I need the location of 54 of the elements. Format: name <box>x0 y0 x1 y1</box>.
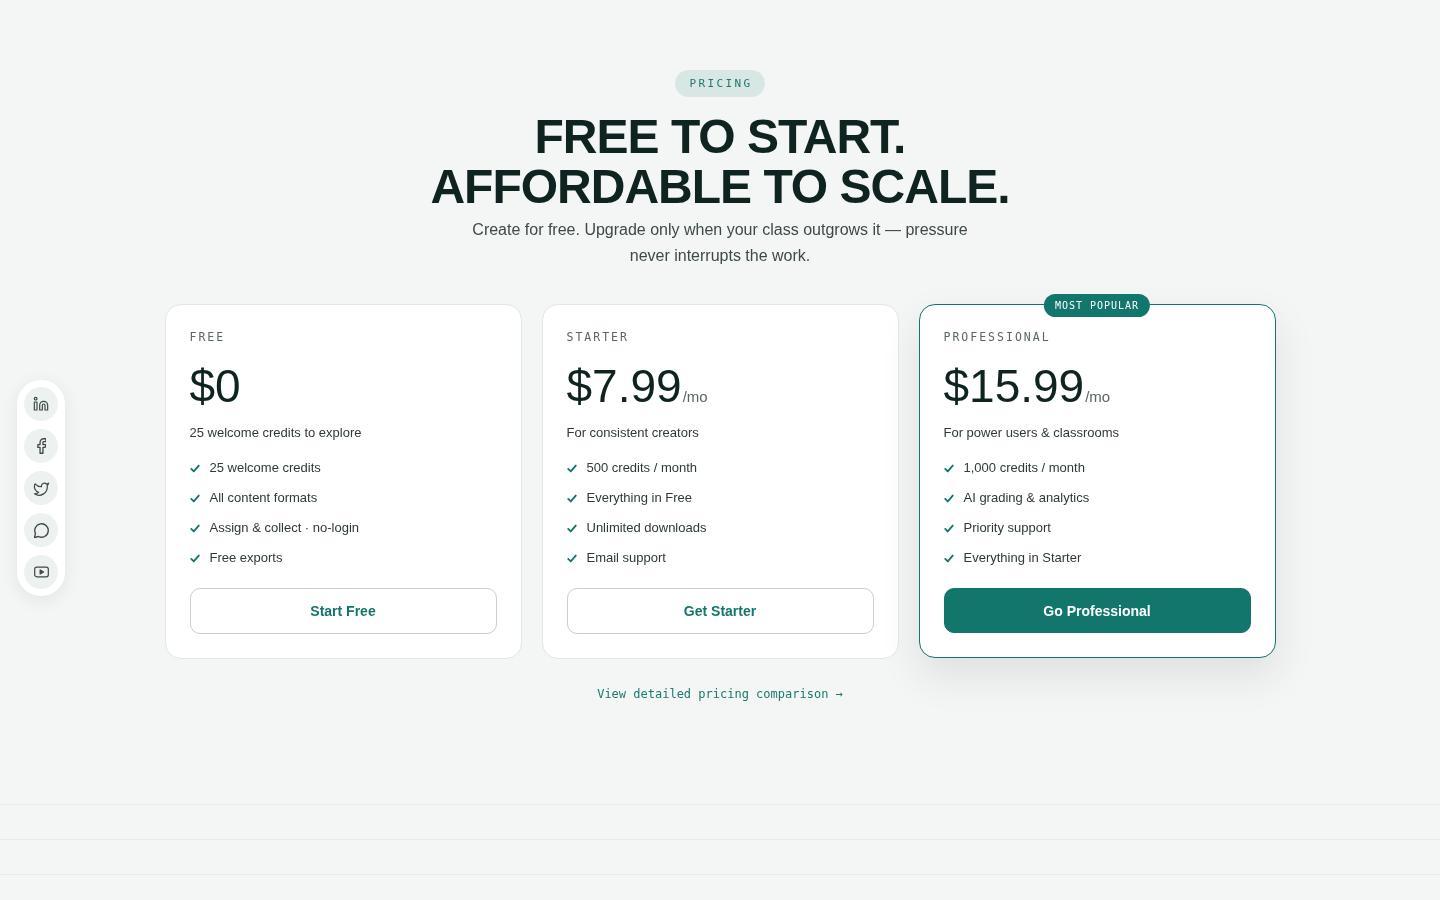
popular-badge: MOST POPULAR <box>1043 294 1151 317</box>
facebook-button[interactable] <box>24 429 58 463</box>
check-icon <box>189 553 200 563</box>
check-icon <box>943 493 954 503</box>
comparison-link[interactable]: View detailed pricing comparison → <box>597 686 843 702</box>
feature-text: Priority support <box>963 519 1051 537</box>
check-icon <box>566 493 577 503</box>
check-icon <box>943 463 954 473</box>
price-period: /mo <box>682 388 708 405</box>
subtitle-text: Create for free. Upgrade only when your class outgrows it — pressure never interrupts the work. <box>471 220 969 266</box>
plan-name: PROFESSIONAL <box>943 329 1052 345</box>
feature-text: AI grading & analytics <box>963 489 1090 507</box>
section-badge: PRICING <box>675 70 765 97</box>
feature-text: 500 credits / month <box>586 459 698 477</box>
feature-text: Everything in Free <box>586 489 692 507</box>
video-button[interactable] <box>24 555 58 589</box>
chat-button[interactable] <box>24 513 58 547</box>
check-icon <box>189 463 200 473</box>
check-icon <box>566 523 577 533</box>
plan-description: For power users & classrooms <box>943 424 1121 442</box>
plan-button[interactable]: Start Free <box>189 588 497 634</box>
feature-text: Email support <box>586 549 666 567</box>
feature-text: 1,000 credits / month <box>963 459 1085 477</box>
check-icon <box>943 523 954 533</box>
price-period: /mo <box>1085 388 1111 405</box>
check-icon <box>566 553 577 563</box>
linkedin-icon <box>33 396 49 412</box>
plan-name: STARTER <box>566 329 630 345</box>
plan-description: 25 welcome credits to explore <box>189 424 363 442</box>
twitter-button[interactable] <box>24 471 58 505</box>
plan-description: For consistent creators <box>566 424 700 442</box>
play-video-icon <box>33 566 49 578</box>
check-icon <box>943 553 954 563</box>
feature-text: Everything in Starter <box>963 549 1082 567</box>
chat-bubble-icon <box>33 522 49 538</box>
page-heading: FREE TO START. <box>534 112 906 162</box>
plan-name: FREE <box>189 329 227 345</box>
check-icon <box>189 493 200 503</box>
plan-price: $0 <box>189 360 241 412</box>
page-heading: AFFORDABLE TO SCALE. <box>430 162 1010 212</box>
plan-price: $7.99 <box>566 360 682 412</box>
facebook-icon <box>36 438 46 454</box>
check-icon <box>566 463 577 473</box>
feature-text: All content formats <box>209 489 318 507</box>
feature-text: Assign & collect · no-login <box>209 519 360 537</box>
plan-button[interactable]: Go Professional <box>943 588 1251 633</box>
linkedin-button[interactable] <box>24 387 58 421</box>
feature-text: Free exports <box>209 549 283 567</box>
plan-price: $15.99 <box>943 360 1085 412</box>
feature-text: 25 welcome credits <box>209 459 321 477</box>
bird-icon <box>32 480 50 496</box>
check-icon <box>189 523 200 533</box>
feature-text: Unlimited downloads <box>586 519 707 537</box>
plan-button[interactable]: Get Starter <box>566 588 874 634</box>
